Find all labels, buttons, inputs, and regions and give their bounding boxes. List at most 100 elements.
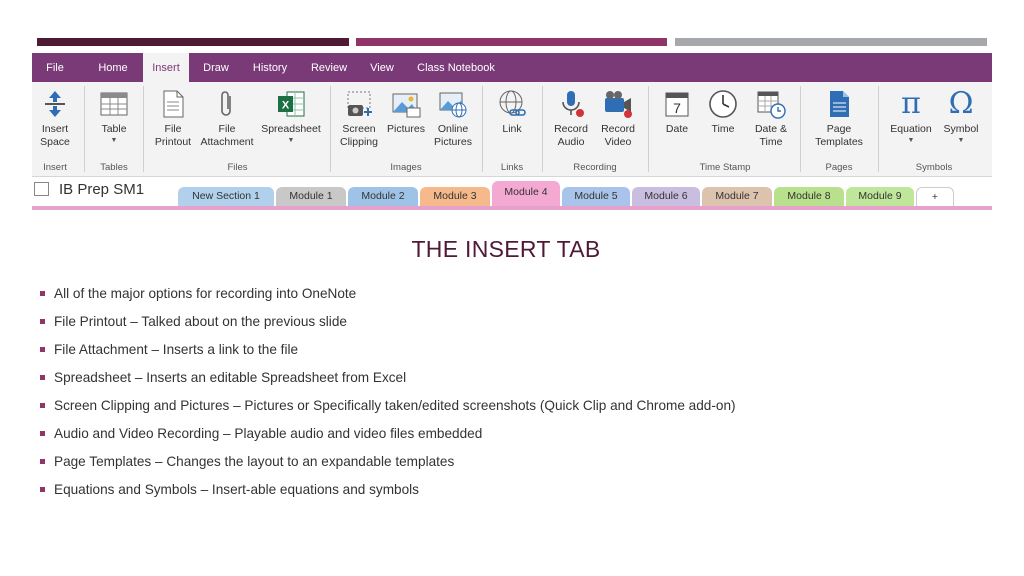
screen-clipping-button[interactable]: Screen Clipping: [334, 88, 384, 149]
chevron-down-icon: ▼: [287, 137, 295, 144]
chevron-down-icon: ▼: [110, 137, 118, 144]
group-label-images: Images: [390, 162, 422, 173]
symbol-button[interactable]: Ω Symbol ▼: [938, 88, 984, 145]
tab-class-notebook[interactable]: Class Notebook: [412, 53, 500, 82]
group-separator: [143, 86, 144, 172]
list-item: File Printout – Talked about on the prev…: [40, 312, 1000, 340]
pictures-icon: [390, 88, 422, 120]
group-label-pages: Pages: [825, 162, 853, 173]
group-separator: [878, 86, 879, 172]
list-item: Equations and Symbols – Insert-able equa…: [40, 480, 1000, 508]
bullet-marker: [40, 347, 45, 352]
accent-bar-medium: [356, 38, 667, 46]
date-and-time-button[interactable]: Date & Time: [746, 88, 796, 149]
paperclip-icon: [211, 88, 243, 120]
bullet-marker: [40, 431, 45, 436]
calendar-date-icon: 7: [661, 88, 693, 120]
group-separator: [330, 86, 331, 172]
file-printout-icon: [157, 88, 189, 120]
group-separator: [800, 86, 801, 172]
bullet-marker: [40, 403, 45, 408]
menu-bar: File Home Insert Draw History Review Vie…: [32, 53, 992, 83]
list-item: Spreadsheet – Inserts an editable Spread…: [40, 368, 1000, 396]
tab-history[interactable]: History: [246, 53, 294, 82]
omega-symbol-icon: Ω: [948, 86, 974, 121]
ribbon: Insert Space Table ▼ File Printout File …: [32, 82, 992, 177]
slide-title: THE INSERT TAB: [411, 236, 601, 262]
tab-draw[interactable]: Draw: [196, 53, 236, 82]
list-item: File Attachment – Inserts a link to the …: [40, 340, 1000, 368]
tab-home[interactable]: Home: [90, 53, 136, 82]
spreadsheet-button[interactable]: X Spreadsheet ▼: [257, 88, 325, 145]
list-item: All of the major options for recording i…: [40, 284, 1000, 312]
calendar-clock-icon: [755, 88, 787, 120]
bullet-marker: [40, 375, 45, 380]
section-tab-module-3[interactable]: Module 3: [420, 187, 490, 206]
list-item: Page Templates – Changes the layout to a…: [40, 452, 1000, 480]
add-section-button[interactable]: +: [916, 187, 954, 206]
group-label-insert: Insert: [43, 162, 67, 173]
tab-review[interactable]: Review: [304, 53, 354, 82]
file-attachment-button[interactable]: File Attachment: [197, 88, 257, 149]
clock-icon: [707, 88, 739, 120]
chevron-down-icon: ▼: [907, 137, 915, 144]
bullet-marker: [40, 487, 45, 492]
group-separator: [542, 86, 543, 172]
group-label-recording: Recording: [573, 162, 617, 173]
microphone-icon: [555, 88, 587, 120]
time-button[interactable]: Time: [700, 88, 746, 136]
pi-equation-icon: π: [901, 86, 921, 121]
equation-button[interactable]: π Equation ▼: [884, 88, 938, 145]
excel-spreadsheet-icon: X: [275, 88, 307, 120]
table-button[interactable]: Table ▼: [92, 88, 136, 145]
link-button[interactable]: Link: [488, 88, 536, 136]
link-globe-icon: [496, 88, 528, 120]
section-tab-module-6[interactable]: Module 6: [632, 187, 700, 206]
date-button[interactable]: 7 Date: [654, 88, 700, 136]
video-camera-icon: [602, 88, 634, 120]
notebook-name[interactable]: IB Prep SM1: [34, 181, 144, 198]
tab-insert[interactable]: Insert: [143, 53, 189, 83]
section-tab-module-4[interactable]: Module 4: [492, 181, 560, 206]
record-audio-button[interactable]: Record Audio: [548, 88, 594, 149]
section-underline: [32, 206, 992, 210]
file-printout-button[interactable]: File Printout: [150, 88, 196, 149]
svg-text:7: 7: [673, 100, 681, 116]
svg-text:X: X: [282, 100, 290, 112]
tab-file[interactable]: File: [40, 53, 70, 82]
section-tab-module-1[interactable]: Module 1: [276, 187, 346, 206]
section-tab-module-2[interactable]: Module 2: [348, 187, 418, 206]
accent-bar-dark: [37, 38, 349, 46]
chevron-down-icon: ▼: [957, 137, 965, 144]
page-templates-icon: [823, 88, 855, 120]
group-label-time-stamp: Time Stamp: [699, 162, 751, 173]
page-templates-button[interactable]: Page Templates: [808, 88, 870, 149]
section-tab-module-9[interactable]: Module 9: [846, 187, 914, 206]
section-tab-module-8[interactable]: Module 8: [774, 187, 844, 206]
screen-clipping-icon: [343, 88, 375, 120]
group-separator: [648, 86, 649, 172]
list-item: Screen Clipping and Pictures – Pictures …: [40, 396, 1000, 424]
accent-bar-gray: [675, 38, 987, 46]
section-tab-module-7[interactable]: Module 7: [702, 187, 772, 206]
insert-space-icon: [39, 88, 71, 120]
section-tab-strip: IB Prep SM1 New Section 1 Module 1 Modul…: [32, 177, 992, 213]
group-separator: [84, 86, 85, 172]
bullet-marker: [40, 459, 45, 464]
online-pictures-button[interactable]: Online Pictures: [428, 88, 478, 149]
insert-space-button[interactable]: Insert Space: [34, 88, 76, 149]
group-label-symbols: Symbols: [915, 162, 953, 173]
notebook-icon: [34, 182, 49, 196]
record-video-button[interactable]: Record Video: [594, 88, 642, 149]
table-icon: [98, 88, 130, 120]
section-tab-new-section-1[interactable]: New Section 1: [178, 187, 274, 206]
online-pictures-icon: [437, 88, 469, 120]
group-label-links: Links: [500, 162, 524, 173]
list-item: Audio and Video Recording – Playable aud…: [40, 424, 1000, 452]
group-label-tables: Tables: [100, 162, 128, 173]
group-label-files: Files: [227, 162, 248, 173]
tab-view[interactable]: View: [362, 53, 402, 82]
bullet-list: All of the major options for recording i…: [40, 284, 1000, 508]
pictures-button[interactable]: Pictures: [384, 88, 428, 136]
section-tab-module-5[interactable]: Module 5: [562, 187, 630, 206]
